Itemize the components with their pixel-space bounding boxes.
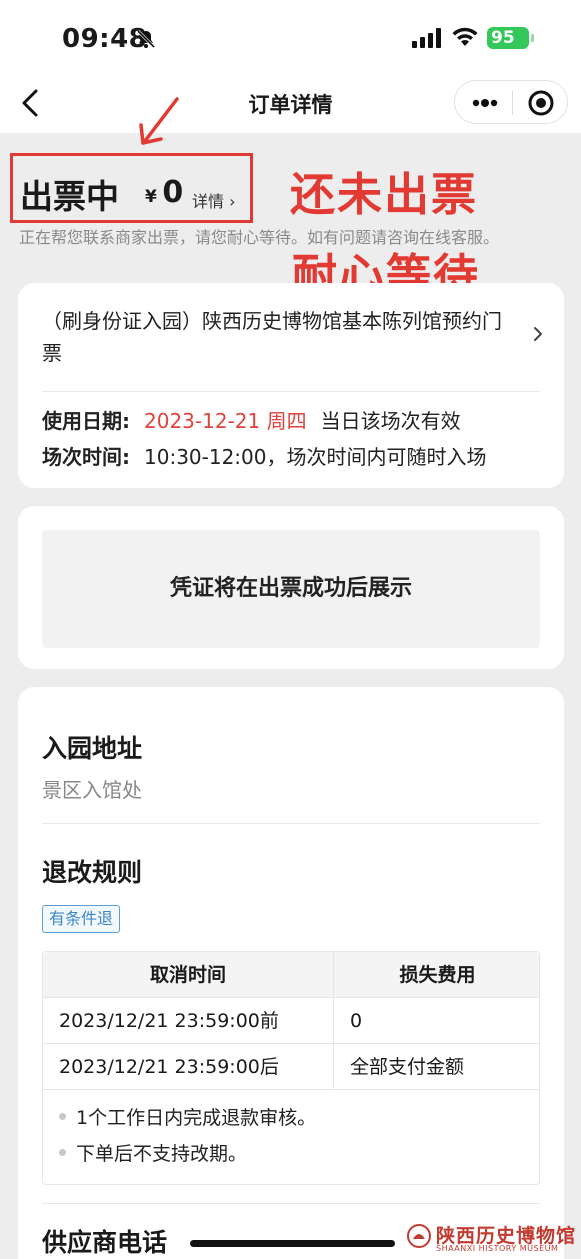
table-row: 2023/12/21 23:59:00前 0 bbox=[43, 998, 539, 1044]
annotation-highlight-box bbox=[10, 153, 253, 223]
info-card: 入园地址 景区入馆处 退改规则 有条件退 取消时间 损失费用 2023/12/2… bbox=[18, 687, 564, 1259]
more-icon[interactable] bbox=[470, 93, 500, 113]
supplier-phone-title: 供应商电话 bbox=[42, 1228, 168, 1257]
session-row: 场次时间: 10:30-12:00，场次时间内可随时入场 bbox=[42, 441, 487, 470]
battery-indicator: 95 bbox=[487, 27, 534, 49]
refund-note: 1个工作日内完成退款审核。 bbox=[59, 1100, 539, 1136]
top-bar: 09:48 95 订单详情 bbox=[0, 0, 581, 133]
close-target-icon[interactable] bbox=[527, 89, 555, 117]
section-divider bbox=[42, 823, 540, 824]
museum-logo-icon bbox=[407, 1224, 431, 1248]
card-divider bbox=[42, 391, 540, 392]
table-header-cancel-time: 取消时间 bbox=[149, 964, 226, 986]
table-cell-fee: 0 bbox=[333, 998, 541, 1044]
wifi-icon bbox=[452, 27, 478, 46]
table-header-row: 取消时间 损失费用 bbox=[43, 952, 539, 998]
use-date-note: 当日该场次有效 bbox=[320, 409, 461, 433]
entry-address-value: 景区入馆处 bbox=[42, 778, 142, 802]
capsule-divider bbox=[512, 91, 513, 115]
table-cell-time: 2023/12/21 23:59:00前 bbox=[59, 1010, 279, 1032]
refund-table: 取消时间 损失费用 2023/12/21 23:59:00前 0 2023/12… bbox=[42, 951, 540, 1185]
museum-watermark: 陕西历史博物馆 SHAANXI HISTORY MUSEUM bbox=[406, 1221, 576, 1257]
session-label: 场次时间: bbox=[42, 445, 130, 469]
signal-icon bbox=[412, 28, 441, 48]
mini-program-capsule bbox=[454, 80, 568, 124]
refund-notes: 1个工作日内完成退款审核。 下单后不支持改期。 bbox=[43, 1090, 539, 1184]
entry-address-title: 入园地址 bbox=[42, 734, 143, 763]
table-header-loss-fee: 损失费用 bbox=[333, 952, 541, 998]
annotation-text-1: 还未出票 bbox=[290, 168, 479, 221]
table-row: 2023/12/21 23:59:00后 全部支付金额 bbox=[43, 1044, 539, 1090]
watermark-english: SHAANXI HISTORY MUSEUM bbox=[436, 1244, 559, 1253]
bell-off-icon bbox=[136, 29, 156, 49]
refund-rules-title: 退改规则 bbox=[42, 858, 143, 887]
home-indicator[interactable] bbox=[190, 1240, 395, 1247]
refund-note: 下单后不支持改期。 bbox=[59, 1136, 539, 1172]
status-time: 09:48 bbox=[62, 24, 148, 54]
table-cell-time: 2023/12/21 23:59:00后 bbox=[59, 1056, 279, 1078]
section-divider bbox=[42, 1203, 540, 1204]
voucher-placeholder: 凭证将在出票成功后展示 bbox=[42, 530, 540, 648]
voucher-card: 凭证将在出票成功后展示 bbox=[18, 506, 564, 669]
product-name[interactable]: （刷身份证入园）陕西历史博物馆基本陈列馆预约门票 bbox=[42, 305, 512, 369]
chevron-right-icon[interactable] bbox=[532, 325, 544, 343]
product-card[interactable]: （刷身份证入园）陕西历史博物馆基本陈列馆预约门票 使用日期: 2023-12-21… bbox=[18, 283, 564, 488]
table-cell-fee: 全部支付金额 bbox=[333, 1044, 541, 1090]
session-value: 10:30-12:00，场次时间内可随时入场 bbox=[144, 445, 487, 469]
annotation-arrow-icon bbox=[139, 97, 179, 145]
use-date-row: 使用日期: 2023-12-21 周四 当日该场次有效 bbox=[42, 405, 461, 434]
refund-type-tag: 有条件退 bbox=[42, 905, 121, 933]
use-date-value: 2023-12-21 周四 bbox=[144, 409, 307, 433]
use-date-label: 使用日期: bbox=[42, 409, 130, 433]
